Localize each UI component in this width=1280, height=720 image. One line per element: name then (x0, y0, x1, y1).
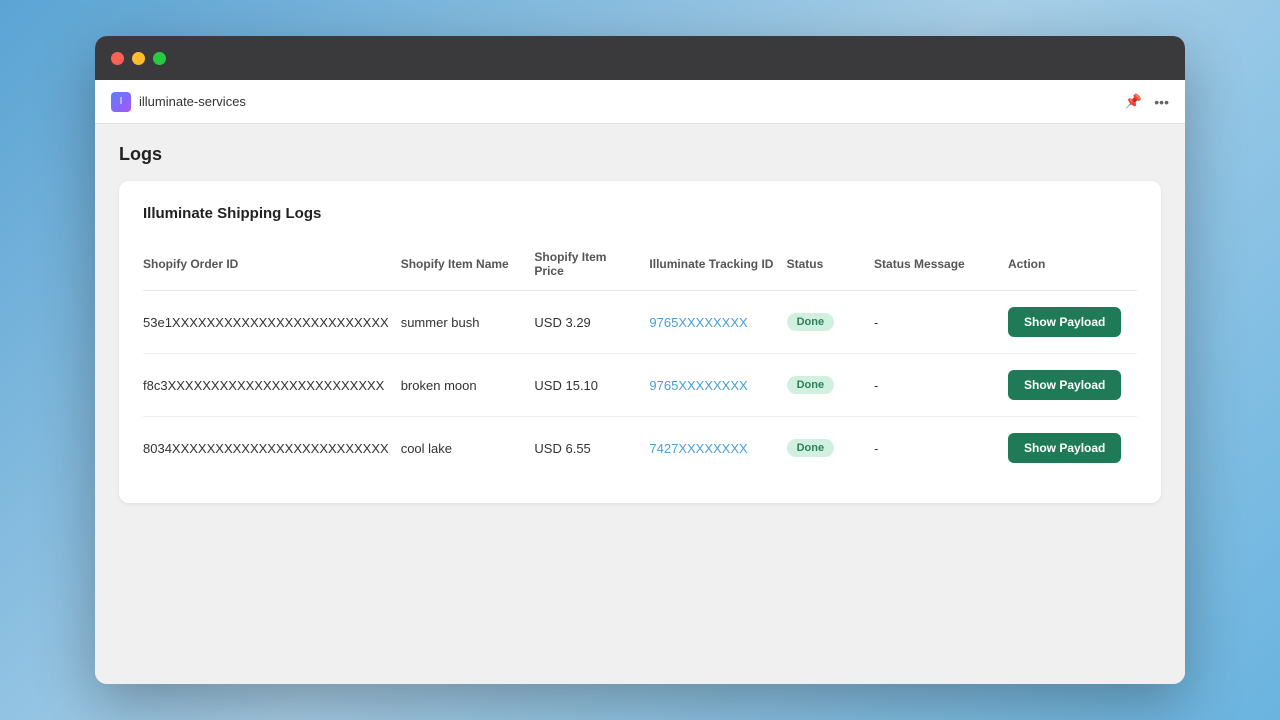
logs-card: Illuminate Shipping Logs Shopify Order I… (119, 181, 1161, 503)
app-icon: I (111, 92, 131, 112)
cell-tracking-0: 9765XXXXXXXX (649, 291, 786, 354)
more-options-icon[interactable]: ••• (1154, 94, 1169, 110)
tracking-link-2[interactable]: 7427XXXXXXXX (649, 441, 747, 456)
cell-status-1: Done (787, 354, 874, 417)
app-name-label: illuminate-services (139, 94, 246, 109)
show-payload-button-0[interactable]: Show Payload (1008, 307, 1121, 337)
cell-item-2: cool lake (401, 417, 535, 480)
cell-tracking-1: 9765XXXXXXXX (649, 354, 786, 417)
cell-message-2: - (874, 417, 1008, 480)
col-header-action: Action (1008, 242, 1137, 291)
cell-action-1: Show Payload (1008, 354, 1137, 417)
col-header-message: Status Message (874, 242, 1008, 291)
cell-action-2: Show Payload (1008, 417, 1137, 480)
pin-icon[interactable]: 📌 (1125, 93, 1142, 110)
show-payload-button-2[interactable]: Show Payload (1008, 433, 1121, 463)
col-header-tracking: Illuminate Tracking ID (649, 242, 786, 291)
cell-price-1: USD 15.10 (534, 354, 649, 417)
status-badge-2: Done (787, 439, 835, 457)
col-header-item: Shopify Item Name (401, 242, 535, 291)
tracking-link-1[interactable]: 9765XXXXXXXX (649, 378, 747, 393)
cell-price-2: USD 6.55 (534, 417, 649, 480)
col-header-price: Shopify Item Price (534, 242, 649, 291)
toolbar-left: I illuminate-services (111, 92, 246, 112)
content-area: Logs Illuminate Shipping Logs Shopify Or… (95, 124, 1185, 684)
close-button[interactable] (111, 52, 124, 65)
cell-status-0: Done (787, 291, 874, 354)
col-header-status: Status (787, 242, 874, 291)
cell-price-0: USD 3.29 (534, 291, 649, 354)
cell-order-1: f8c3XXXXXXXXXXXXXXXXXXXXXXXXX (143, 354, 401, 417)
status-badge-1: Done (787, 376, 835, 394)
card-title: Illuminate Shipping Logs (143, 205, 1137, 222)
page-title: Logs (119, 144, 1161, 165)
table-row: f8c3XXXXXXXXXXXXXXXXXXXXXXXXX broken moo… (143, 354, 1137, 417)
table-header: Shopify Order ID Shopify Item Name Shopi… (143, 242, 1137, 291)
cell-order-0: 53e1XXXXXXXXXXXXXXXXXXXXXXXXX (143, 291, 401, 354)
cell-action-0: Show Payload (1008, 291, 1137, 354)
toolbar: I illuminate-services 📌 ••• (95, 80, 1185, 124)
show-payload-button-1[interactable]: Show Payload (1008, 370, 1121, 400)
tracking-link-0[interactable]: 9765XXXXXXXX (649, 315, 747, 330)
table-row: 8034XXXXXXXXXXXXXXXXXXXXXXXXX cool lake … (143, 417, 1137, 480)
app-window: I illuminate-services 📌 ••• Logs Illumin… (95, 36, 1185, 684)
toolbar-right: 📌 ••• (1125, 93, 1169, 110)
status-badge-0: Done (787, 313, 835, 331)
app-icon-label: I (120, 96, 123, 107)
minimize-button[interactable] (132, 52, 145, 65)
cell-message-0: - (874, 291, 1008, 354)
table-row: 53e1XXXXXXXXXXXXXXXXXXXXXXXXX summer bus… (143, 291, 1137, 354)
cell-order-2: 8034XXXXXXXXXXXXXXXXXXXXXXXXX (143, 417, 401, 480)
logs-table: Shopify Order ID Shopify Item Name Shopi… (143, 242, 1137, 479)
cell-tracking-2: 7427XXXXXXXX (649, 417, 786, 480)
cell-item-0: summer bush (401, 291, 535, 354)
cell-status-2: Done (787, 417, 874, 480)
titlebar (95, 36, 1185, 80)
cell-item-1: broken moon (401, 354, 535, 417)
maximize-button[interactable] (153, 52, 166, 65)
table-body: 53e1XXXXXXXXXXXXXXXXXXXXXXXXX summer bus… (143, 291, 1137, 480)
col-header-order: Shopify Order ID (143, 242, 401, 291)
cell-message-1: - (874, 354, 1008, 417)
